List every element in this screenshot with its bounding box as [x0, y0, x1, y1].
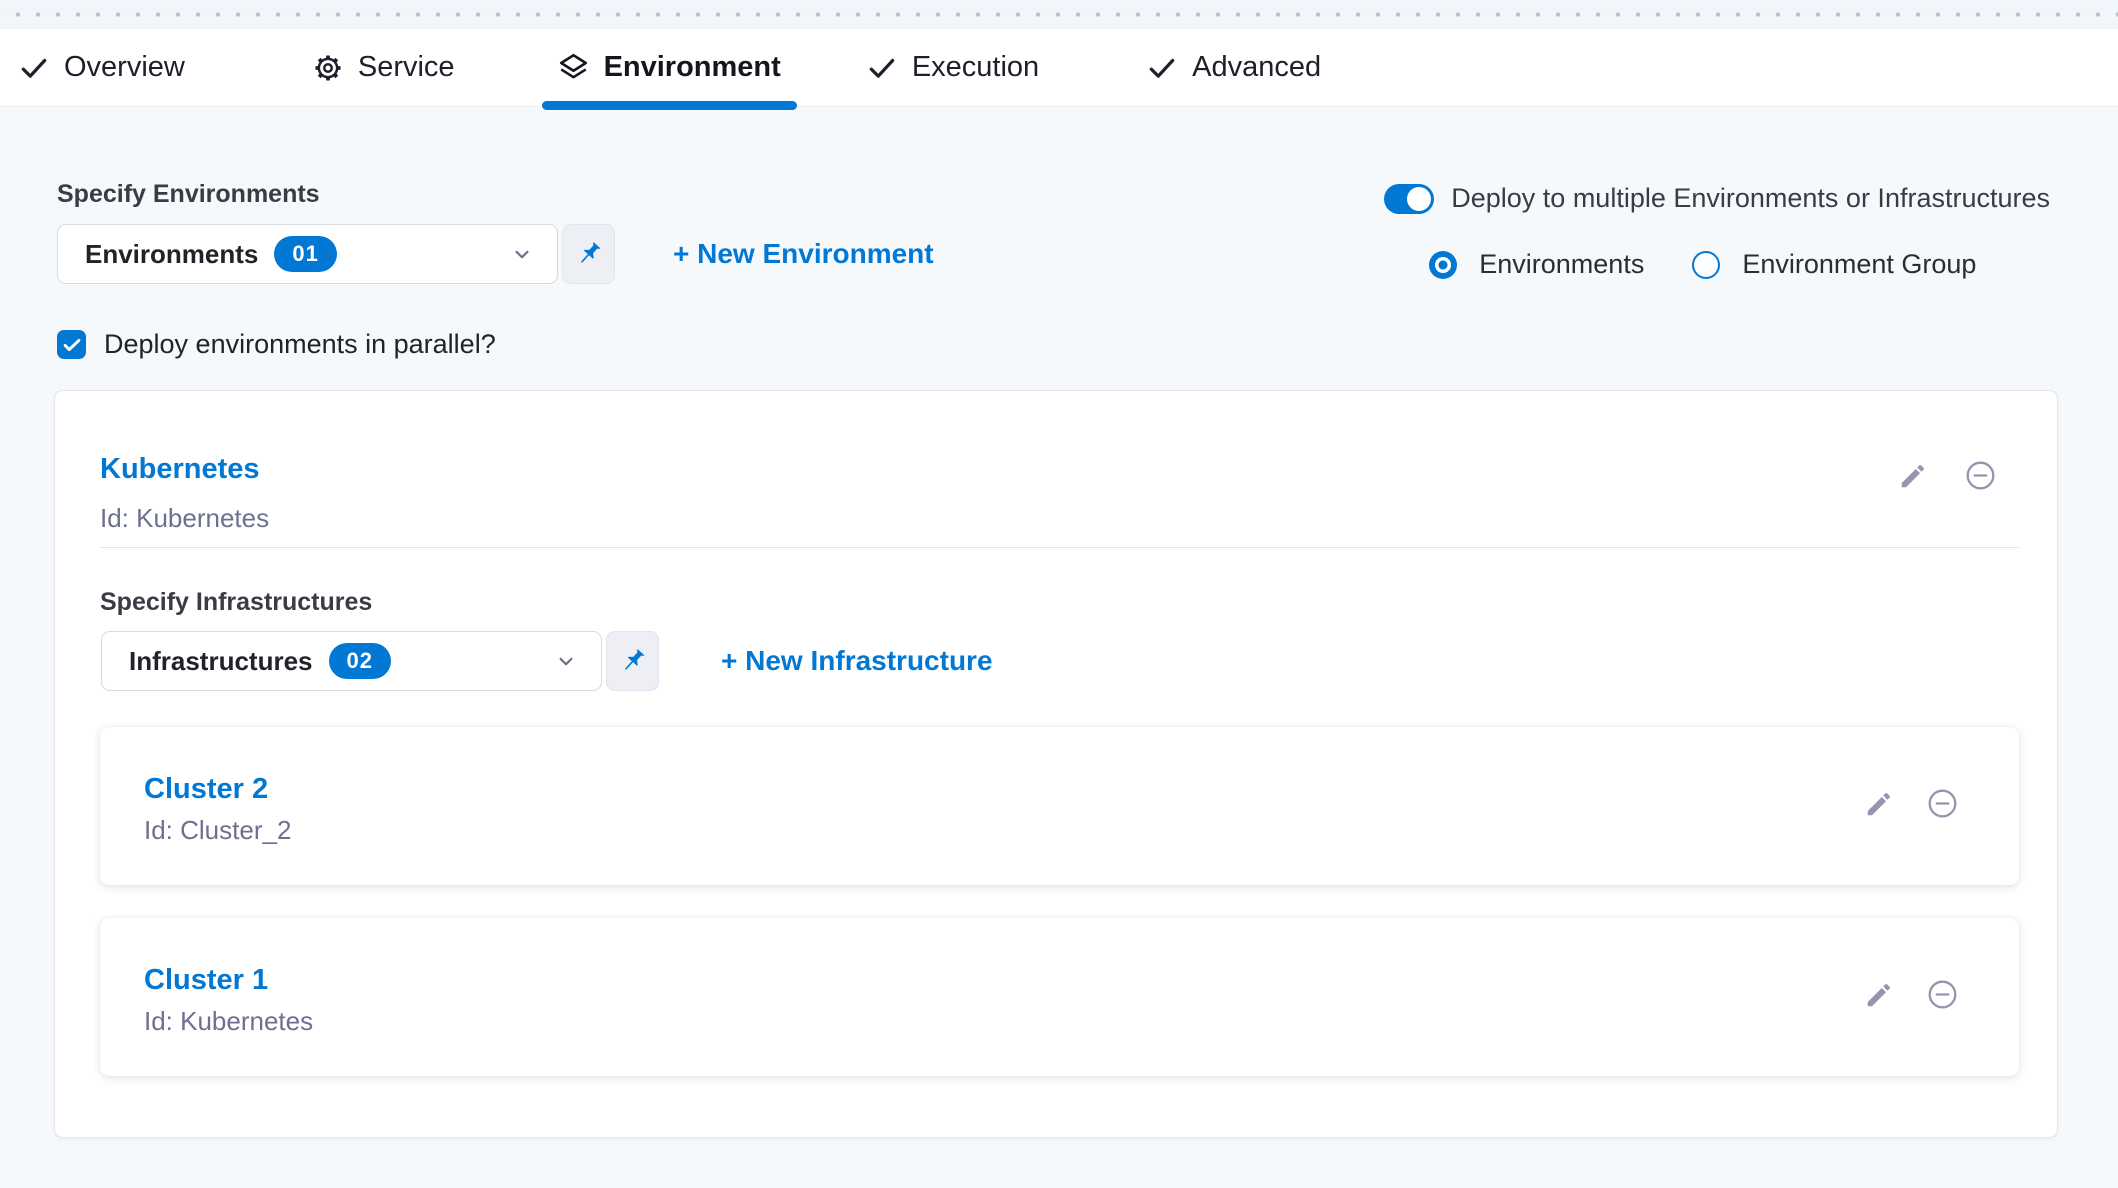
specify-environments-heading: Specify Environments — [57, 180, 934, 209]
pin-environments-button[interactable] — [562, 224, 615, 284]
gear-icon — [313, 53, 343, 83]
multi-deploy-toggle[interactable] — [1384, 184, 1434, 214]
environment-row: Kubernetes Id: Kubernetes — [100, 453, 2015, 534]
layers-icon — [558, 52, 589, 83]
specify-infrastructures-heading: Specify Infrastructures — [100, 588, 2015, 617]
edit-infrastructure-button[interactable] — [1864, 980, 1894, 1010]
edit-icon — [1864, 980, 1894, 1010]
remove-icon — [1964, 459, 1997, 492]
tab-label: Service — [358, 51, 455, 84]
environments-select-group: Environments 01 — [57, 224, 615, 284]
edit-environment-button[interactable] — [1898, 461, 1928, 491]
tab-execution[interactable]: Execution — [863, 29, 1043, 106]
remove-infrastructure-button[interactable] — [1926, 787, 1959, 820]
stage-tabbar: Overview Service Environment Execution A… — [0, 29, 2118, 107]
check-icon — [1147, 53, 1177, 83]
edit-icon — [1898, 461, 1928, 491]
environments-dropdown[interactable]: Environments 01 — [57, 224, 558, 284]
tab-overview[interactable]: Overview — [15, 29, 189, 106]
deploy-parallel-checkbox-row[interactable]: Deploy environments in parallel? — [57, 329, 2118, 360]
environment-id: Id: Kubernetes — [100, 503, 269, 534]
toggle-knob — [1407, 187, 1431, 211]
tab-environment[interactable]: Environment — [554, 29, 785, 106]
infrastructure-name-link[interactable]: Cluster 2 — [144, 773, 291, 806]
infrastructures-dropdown[interactable]: Infrastructures 02 — [101, 631, 602, 691]
infrastructures-select-group: Infrastructures 02 — [101, 631, 659, 691]
radio-selected-icon — [1429, 251, 1457, 279]
tab-label: Environment — [604, 51, 781, 84]
radio-unselected-icon — [1692, 251, 1720, 279]
chevron-down-icon — [553, 648, 579, 674]
check-icon — [867, 53, 897, 83]
tab-advanced[interactable]: Advanced — [1143, 29, 1325, 106]
infrastructure-name-link[interactable]: Cluster 1 — [144, 964, 313, 997]
infrastructures-dropdown-label: Infrastructures — [129, 646, 313, 677]
environments-count-badge: 01 — [274, 236, 336, 272]
edit-infrastructure-button[interactable] — [1864, 789, 1894, 819]
infrastructure-id: Id: Kubernetes — [144, 1006, 313, 1037]
deploy-options-block: Deploy to multiple Environments or Infra… — [1384, 183, 2050, 280]
card-divider — [100, 547, 2019, 548]
infrastructure-id: Id: Cluster_2 — [144, 815, 291, 846]
deploy-parallel-checkbox[interactable] — [57, 330, 86, 359]
check-icon — [61, 334, 83, 356]
radio-environments-label: Environments — [1479, 249, 1644, 280]
environments-dropdown-label: Environments — [85, 239, 258, 270]
deploy-parallel-label: Deploy environments in parallel? — [104, 329, 496, 360]
multi-deploy-toggle-label: Deploy to multiple Environments or Infra… — [1451, 183, 2050, 214]
tab-label: Advanced — [1192, 51, 1321, 84]
remove-infrastructure-button[interactable] — [1926, 978, 1959, 1011]
remove-icon — [1926, 978, 1959, 1011]
tab-service[interactable]: Service — [309, 29, 459, 106]
environment-tab-page: Overview Service Environment Execution A… — [0, 0, 2118, 1188]
active-tab-underline — [542, 101, 797, 110]
environment-card: Kubernetes Id: Kubernetes Specify Infras… — [54, 390, 2058, 1138]
pipeline-canvas-dots — [0, 0, 2118, 29]
environment-name-link[interactable]: Kubernetes — [100, 453, 269, 486]
new-infrastructure-link[interactable]: + New Infrastructure — [721, 645, 993, 677]
environment-tab-content: Specify Environments Environments 01 — [0, 180, 2118, 1138]
pin-icon — [574, 239, 604, 269]
specify-environments-block: Specify Environments Environments 01 — [57, 180, 934, 284]
check-icon — [19, 53, 49, 83]
remove-environment-button[interactable] — [1964, 459, 1997, 492]
new-environment-link[interactable]: + New Environment — [673, 238, 934, 270]
tab-label: Overview — [64, 51, 185, 84]
chevron-down-icon — [509, 241, 535, 267]
edit-icon — [1864, 789, 1894, 819]
infrastructures-count-badge: 02 — [329, 643, 391, 679]
pin-icon — [618, 646, 648, 676]
infrastructure-card: Cluster 1 Id: Kubernetes — [100, 918, 2019, 1076]
radio-environments[interactable]: Environments — [1429, 249, 1644, 280]
tab-label: Execution — [912, 51, 1039, 84]
infrastructure-card: Cluster 2 Id: Cluster_2 — [100, 727, 2019, 885]
radio-environment-group[interactable]: Environment Group — [1692, 249, 1976, 280]
radio-environment-group-label: Environment Group — [1742, 249, 1976, 280]
remove-icon — [1926, 787, 1959, 820]
pin-infrastructures-button[interactable] — [606, 631, 659, 691]
